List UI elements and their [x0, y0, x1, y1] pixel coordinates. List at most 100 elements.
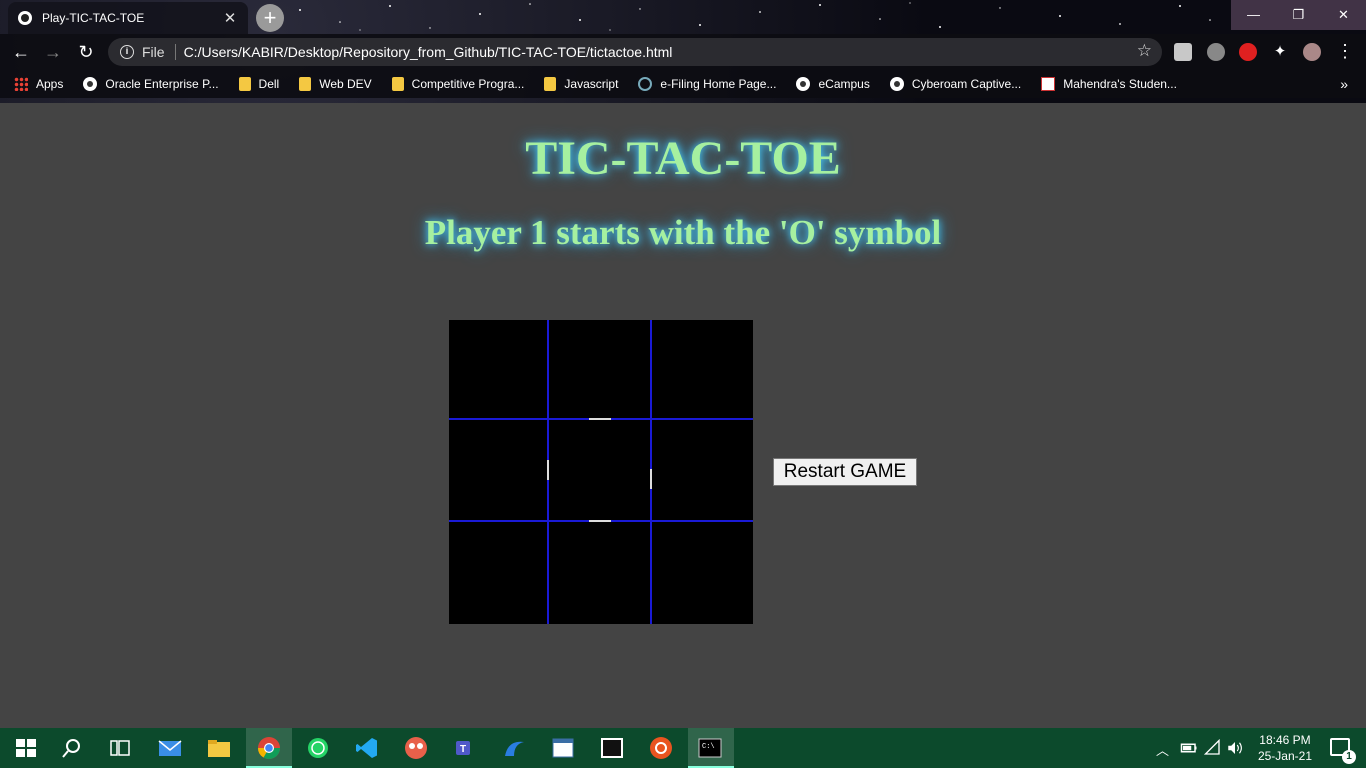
window-controls: — ❐ ✕: [1231, 0, 1366, 30]
reload-icon[interactable]: ↻: [75, 41, 97, 63]
game-board: [449, 320, 753, 624]
bookmark-label: Apps: [36, 77, 64, 91]
bookmark-label: Javascript: [564, 77, 619, 91]
browser-chrome: Play-TIC-TAC-TOE ✕ + — ❐ ✕ ← → ↻ i File …: [0, 0, 1366, 103]
task-view-icon[interactable]: [108, 736, 132, 760]
extension-cast-icon[interactable]: [1174, 43, 1192, 61]
file-explorer-icon[interactable]: [207, 736, 231, 760]
globe-icon: [889, 77, 904, 91]
cell-edge-mark: [588, 520, 611, 522]
svg-text:C:\: C:\: [702, 743, 715, 751]
svg-text:T: T: [460, 744, 466, 755]
bookmark-cyberoam[interactable]: Cyberoam Captive...: [889, 77, 1022, 91]
bookmarks-bar: Apps Oracle Enterprise P... Dell Web DEV…: [0, 70, 1366, 98]
teams-icon[interactable]: T: [453, 736, 477, 760]
search-icon[interactable]: [60, 736, 84, 760]
bookmark-dell[interactable]: Dell: [238, 77, 280, 91]
tab-strip: Play-TIC-TAC-TOE ✕ + — ❐ ✕: [0, 0, 1366, 34]
page-favicon-icon: [18, 11, 32, 25]
page-content: TIC-TAC-TOE Player 1 starts with the 'O'…: [0, 103, 1366, 728]
site-icon: [1041, 77, 1056, 91]
windows-start-icon[interactable]: [14, 736, 38, 760]
new-tab-button[interactable]: +: [256, 4, 284, 32]
board-cell-9[interactable]: [650, 469, 753, 624]
command-prompt-icon[interactable]: C:\: [698, 736, 722, 760]
restart-game-button[interactable]: Restart GAME: [773, 458, 917, 486]
board-cell-2[interactable]: [549, 320, 652, 420]
folder-icon: [238, 77, 251, 91]
page-title: TIC-TAC-TOE: [525, 132, 841, 185]
ubuntu-icon[interactable]: [649, 736, 673, 760]
mail-icon[interactable]: [158, 736, 182, 760]
back-arrow-icon[interactable]: ←: [10, 41, 32, 63]
browser-toolbar: ← → ↻ i File C:/Users/KABIR/Desktop/Repo…: [0, 34, 1366, 70]
bookmark-label: Mahendra's Studen...: [1063, 77, 1177, 91]
bookmark-label: Oracle Enterprise P...: [105, 77, 219, 91]
windows-taskbar: T C:\ ︿ 18:46 PM 25-Jan-21 1: [0, 728, 1366, 768]
bookmark-label: Competitive Progra...: [411, 77, 525, 91]
url-scheme: File: [142, 44, 165, 60]
battery-icon[interactable]: [1180, 739, 1198, 757]
bookmark-label: eCampus: [818, 77, 870, 91]
tab-close-icon[interactable]: ✕: [222, 9, 238, 27]
extension-adblock-icon[interactable]: [1239, 43, 1257, 61]
folder-icon: [391, 77, 404, 91]
board-cell-6[interactable]: [652, 420, 753, 522]
efiling-icon: [638, 77, 653, 91]
info-icon[interactable]: i: [120, 45, 134, 59]
board-cell-4[interactable]: [449, 420, 549, 522]
globe-icon: [796, 77, 811, 91]
close-window-button[interactable]: ✕: [1321, 0, 1366, 30]
address-bar[interactable]: i File C:/Users/KABIR/Desktop/Repository…: [108, 38, 1162, 66]
chrome-icon[interactable]: [257, 736, 281, 760]
bookmark-javascript[interactable]: Javascript: [544, 77, 618, 91]
bookmark-web-dev[interactable]: Web DEV: [299, 77, 372, 91]
volume-icon[interactable]: [1226, 739, 1244, 757]
bookmarks-overflow-icon[interactable]: »: [1340, 76, 1348, 92]
apps-icon: [14, 77, 28, 91]
board-cell-8[interactable]: [549, 520, 652, 624]
terminal-app-icon[interactable]: [600, 736, 624, 760]
bookmark-efiling[interactable]: e-Filing Home Page...: [638, 77, 776, 91]
board-cell-3[interactable]: [652, 320, 753, 420]
board-cell-5[interactable]: [549, 420, 652, 522]
bookmark-label: e-Filing Home Page...: [660, 77, 777, 91]
wifi-icon[interactable]: [1204, 739, 1222, 757]
bookmark-label: Cyberoam Captive...: [911, 77, 1022, 91]
bookmark-competitive-programming[interactable]: Competitive Progra...: [391, 77, 525, 91]
address-divider: [174, 44, 176, 60]
system-clock[interactable]: 18:46 PM 25-Jan-21: [1258, 732, 1312, 764]
bookmark-label: Dell: [258, 77, 280, 91]
profile-avatar[interactable]: [1303, 43, 1321, 61]
extension-record-icon[interactable]: [1207, 43, 1225, 61]
globe-icon: [83, 77, 98, 91]
whatsapp-icon[interactable]: [306, 736, 330, 760]
cell-edge-mark: [650, 469, 652, 489]
game-app-icon[interactable]: [404, 736, 428, 760]
folder-icon: [544, 77, 557, 91]
bookmark-mahendras[interactable]: Mahendra's Studen...: [1041, 77, 1177, 91]
clock-date: 25-Jan-21: [1257, 749, 1312, 763]
board-cell-1[interactable]: [449, 320, 549, 420]
folder-icon: [299, 77, 312, 91]
bookmark-label: Web DEV: [319, 77, 372, 91]
edge-icon[interactable]: [502, 736, 526, 760]
bookmark-oracle[interactable]: Oracle Enterprise P...: [83, 77, 219, 91]
turn-message: Player 1 starts with the 'O' symbol: [424, 213, 942, 252]
tray-chevron-icon[interactable]: ︿: [1156, 740, 1169, 768]
forward-arrow-icon[interactable]: →: [42, 41, 64, 63]
notification-count-badge: 1: [1342, 750, 1356, 764]
maximize-button[interactable]: ❐: [1276, 0, 1321, 30]
board-cell-7[interactable]: [449, 522, 549, 624]
browser-menu-icon[interactable]: ⋮: [1336, 40, 1354, 62]
bookmark-ecampus[interactable]: eCampus: [796, 77, 870, 91]
bookmark-star-icon[interactable]: ☆: [1137, 41, 1152, 61]
notepad-icon[interactable]: [551, 736, 575, 760]
bookmark-apps[interactable]: Apps: [14, 77, 63, 91]
extensions-puzzle-icon[interactable]: ✦: [1271, 43, 1289, 61]
vscode-icon[interactable]: [355, 736, 379, 760]
minimize-button[interactable]: —: [1231, 0, 1276, 30]
browser-tab[interactable]: Play-TIC-TAC-TOE ✕: [8, 2, 248, 34]
clock-time: 18:46 PM: [1259, 733, 1311, 747]
url-text[interactable]: C:/Users/KABIR/Desktop/Repository_from_G…: [184, 44, 673, 60]
